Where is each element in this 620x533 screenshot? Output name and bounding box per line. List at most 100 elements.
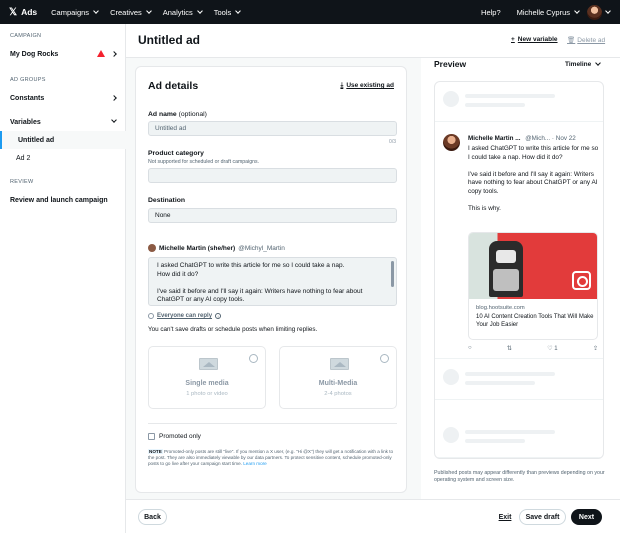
placeholder-line — [465, 372, 555, 376]
nav-creatives-label: Creatives — [110, 7, 142, 17]
product-category-select[interactable] — [148, 168, 397, 183]
sidebar-item-review[interactable]: Review and launch campaign — [0, 191, 126, 209]
single-media-subtitle: 1 photo or video — [186, 391, 228, 397]
delete-ad-button[interactable]: 🗑 Delete ad — [567, 36, 605, 44]
campaign-name: My Dog Rocks — [10, 50, 59, 58]
promoted-only-checkbox[interactable] — [148, 433, 155, 440]
nav-tools[interactable]: Tools — [213, 7, 242, 17]
multi-media-radio[interactable] — [380, 354, 389, 363]
author-name: Michelle Martin (she/her) — [159, 244, 236, 252]
repost-icon[interactable]: ⇅ — [507, 345, 512, 352]
product-category-hint: Not supported for scheduled or draft cam… — [148, 159, 260, 165]
post-actions: ○ ⇅ ♡ 1 ⇪ — [468, 345, 598, 352]
post-header: Michelle Martin ... @Mich... · Nov 22 — [468, 135, 576, 142]
info-icon: i — [215, 313, 222, 319]
post-text-line: I asked ChatGPT to write this article fo… — [157, 262, 345, 269]
post-text-editor[interactable]: I asked ChatGPT to write this article fo… — [148, 257, 397, 306]
variable-item-label: Untitled ad — [18, 136, 55, 144]
placeholder-avatar — [443, 91, 459, 107]
placeholder-avatar — [443, 427, 459, 443]
chevron-down-icon — [595, 60, 602, 66]
ad-name-input[interactable]: Untitled ad — [148, 121, 397, 136]
destination-label: Destination — [148, 197, 186, 204]
timeline-select[interactable]: Timeline — [565, 60, 602, 68]
image-icon — [199, 358, 218, 370]
link-card[interactable]: blog.hootsuite.com 10 AI Content Creatio… — [468, 232, 598, 340]
sidebar-item-ad-2[interactable]: Ad 2 — [0, 149, 126, 167]
account-name: Michelle Cyprus — [516, 7, 570, 17]
back-button[interactable]: Back — [138, 509, 167, 525]
multi-media-option[interactable]: Multi-Media 2-4 photos — [279, 346, 397, 409]
user-avatar[interactable] — [587, 4, 602, 20]
warning-icon — [97, 50, 105, 57]
chevron-down-icon — [145, 7, 152, 14]
chevron-down-icon[interactable] — [605, 7, 611, 14]
multi-media-title: Multi-Media — [318, 380, 358, 387]
single-media-option[interactable]: Single media 1 photo or video — [148, 346, 266, 409]
learn-more-link[interactable]: Learn more — [243, 461, 267, 466]
reply-icon[interactable]: ○ — [468, 345, 472, 352]
link-card-title: 10 AI Content Creation Tools That Will M… — [476, 314, 594, 328]
nav-campaigns[interactable]: Campaigns — [51, 7, 99, 17]
editor-scrollbar[interactable] — [391, 261, 394, 287]
chevron-down-icon — [574, 7, 580, 14]
ad-name-counter: 0/3 — [389, 139, 396, 145]
nav-tools-label: Tools — [213, 7, 232, 17]
reply-settings[interactable]: Everyone can reply i — [148, 313, 222, 319]
placeholder-avatar — [443, 369, 459, 385]
single-media-radio[interactable] — [249, 354, 258, 363]
sidebar-item-variables[interactable]: Variables — [0, 113, 126, 131]
placeholder-line — [465, 430, 555, 434]
ad-name-optional: (optional) — [178, 111, 207, 118]
page-title: Untitled ad — [138, 33, 200, 47]
use-existing-ad-button[interactable]: ⤓ Use existing ad — [340, 82, 394, 90]
sidebar-item-constants[interactable]: Constants — [0, 89, 126, 107]
nav-analytics-label: Analytics — [162, 7, 193, 17]
account-menu[interactable]: Michelle Cyprus — [516, 7, 580, 17]
plus-icon: + — [511, 36, 515, 43]
post-text-line: ChatGPT or any AI copy tools. — [157, 296, 245, 303]
next-button[interactable]: Next — [571, 509, 602, 525]
promoted-note: NOTE Promoted-only posts are still "live… — [148, 449, 397, 467]
new-variable-button[interactable]: + New variable — [511, 36, 558, 43]
single-media-title: Single media — [185, 380, 229, 387]
like-button[interactable]: ♡ 1 — [547, 345, 557, 352]
post-text-line: How did it do? — [157, 270, 199, 278]
sidebar-item-campaign[interactable]: My Dog Rocks — [0, 45, 126, 63]
destination-select[interactable]: None — [148, 208, 397, 223]
link-card-image — [469, 233, 597, 299]
post-text-line: I've said it before and I'll say it agai… — [157, 287, 363, 295]
promoted-only-option[interactable]: Promoted only — [148, 433, 201, 440]
nav-creatives[interactable]: Creatives — [110, 7, 152, 17]
ad-name-label: Ad name (optional) — [148, 111, 207, 118]
post-paragraph: I asked ChatGPT to write this article fo… — [468, 145, 599, 161]
author-avatar — [148, 244, 156, 252]
nav-analytics[interactable]: Analytics — [162, 7, 203, 17]
timeline-label: Timeline — [565, 61, 592, 68]
post-text-blank — [157, 279, 388, 288]
target-icon — [572, 271, 591, 290]
placeholder-post — [435, 82, 603, 122]
variables-label: Variables — [10, 118, 41, 126]
review-label: Review and launch campaign — [10, 196, 108, 204]
variable-item-label: Ad 2 — [16, 154, 31, 162]
post-name: Michelle Martin ... — [468, 135, 521, 142]
note-text: Promoted-only posts are still "live". If… — [148, 449, 394, 466]
x-ads-logo[interactable]: 𝕏 Ads — [9, 7, 37, 18]
sidebar-item-untitled-ad[interactable]: Untitled ad — [0, 131, 126, 149]
post-paragraph: I've said it before and I'll say it agai… — [468, 170, 598, 195]
ad-details-card: Ad details ⤓ Use existing ad Ad name (opt… — [135, 66, 407, 493]
post-handle: @Mich... — [525, 135, 551, 142]
nav-campaigns-label: Campaigns — [51, 7, 90, 17]
help-link[interactable]: Help? — [481, 8, 501, 17]
page-header: Untitled ad + New variable 🗑 Delete ad — [126, 24, 620, 58]
preview-caption: Published posts may appear differently t… — [434, 470, 605, 483]
share-icon[interactable]: ⇪ — [593, 345, 598, 352]
robot-panel — [493, 269, 519, 291]
section-label-review: REVIEW — [10, 179, 34, 185]
exit-button[interactable]: Exit — [496, 509, 514, 525]
save-draft-button[interactable]: Save draft — [519, 509, 566, 525]
placeholder-line — [465, 103, 525, 107]
robot-illustration — [489, 241, 523, 297]
promoted-only-label: Promoted only — [159, 433, 201, 440]
